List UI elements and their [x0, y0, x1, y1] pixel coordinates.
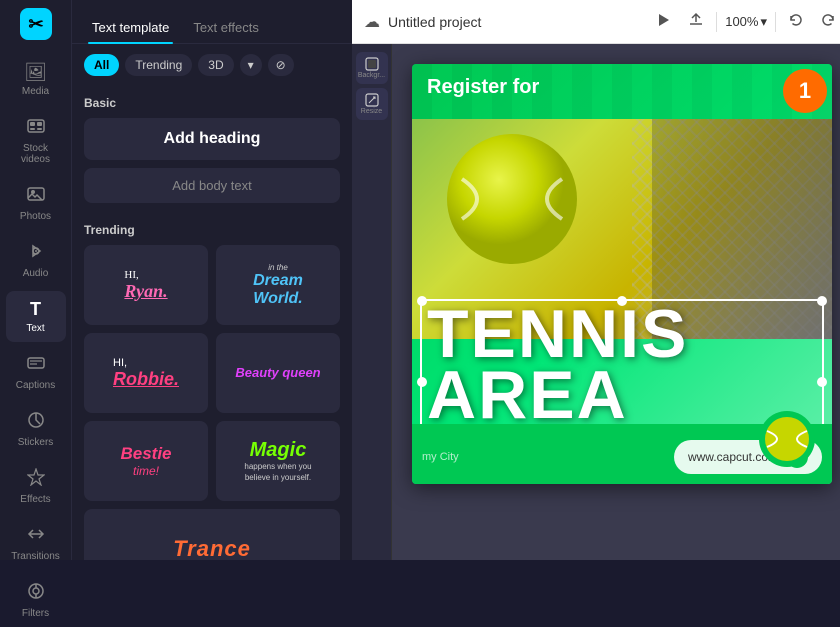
- zoom-select[interactable]: 100% ▾: [725, 14, 767, 30]
- trend-card-magic[interactable]: Magic happens when youbelieve in yoursel…: [216, 421, 340, 501]
- audio-icon: [27, 242, 45, 265]
- sidebar-item-audio[interactable]: Audio: [6, 234, 66, 287]
- add-heading-button[interactable]: Add heading: [84, 118, 340, 160]
- editor-canvas-area: Backgr... Resize Register for 1: [352, 44, 840, 560]
- filters-icon: [27, 582, 45, 605]
- undo-button[interactable]: [784, 8, 808, 36]
- filter-sort-icon: ⊘: [276, 58, 286, 72]
- sidebar-item-photos[interactable]: Photos: [6, 177, 66, 230]
- tab-text-effects[interactable]: Text effects: [189, 12, 263, 43]
- photos-icon: [27, 185, 45, 208]
- register-text: Register for: [427, 76, 539, 99]
- tab-text-template[interactable]: Text template: [88, 12, 173, 43]
- cloud-save-icon: ☁: [364, 12, 380, 32]
- panel-tab-bar: Text template Text effects: [72, 0, 352, 44]
- basic-section-title: Basic: [84, 96, 340, 110]
- stickers-icon: [27, 411, 45, 434]
- trend-card-dream-world[interactable]: in the Dream World.: [216, 245, 340, 325]
- sidebar-item-stock-videos[interactable]: Stock videos: [6, 109, 66, 173]
- canvas-circle-number: 1: [783, 69, 827, 113]
- media-icon: 🖼: [24, 62, 47, 83]
- topbar-divider: [716, 12, 717, 32]
- filter-sort-btn[interactable]: ⊘: [268, 54, 294, 76]
- topbar-actions: 100% ▾: [652, 8, 840, 36]
- app-logo[interactable]: ✂: [16, 8, 56, 40]
- dropdown-chevron-icon: ▾: [248, 58, 254, 72]
- background-tool-label: Backgr...: [358, 72, 385, 79]
- filter-row: All Trending 3D ▾ ⊘: [72, 44, 352, 86]
- trend-card-hi-robbie[interactable]: HI, Robbie.: [84, 333, 208, 413]
- filter-3d-btn[interactable]: 3D: [198, 54, 233, 76]
- redo-button[interactable]: [816, 8, 840, 36]
- editor-area: ☁ Untitled project 100% ▾: [352, 0, 840, 560]
- filter-dropdown-btn[interactable]: ▾: [240, 54, 262, 76]
- side-tools: Backgr... Resize: [352, 44, 392, 560]
- tennis-ball-svg: [442, 129, 582, 269]
- sidebar-item-text[interactable]: T Text: [6, 291, 66, 342]
- add-body-button[interactable]: Add body text: [84, 168, 340, 203]
- topbar-divider-2: [775, 12, 776, 32]
- trend-card-trance[interactable]: Trance: [84, 509, 340, 560]
- trend-card-beauty-queen[interactable]: Beauty queen: [216, 333, 340, 413]
- resize-tool[interactable]: Resize: [356, 88, 388, 120]
- resize-tool-label: Resize: [361, 108, 382, 115]
- canvas-wrapper: Register for 1: [392, 44, 840, 560]
- city-text: my City: [422, 451, 459, 463]
- tennis-ball-small-svg: [757, 409, 817, 469]
- sidebar-item-transitions[interactable]: Transitions: [6, 517, 66, 570]
- captions-icon: [27, 354, 45, 377]
- trend-card-bestie[interactable]: Bestie time!: [84, 421, 208, 501]
- editor-topbar: ☁ Untitled project 100% ▾: [352, 0, 840, 44]
- design-canvas[interactable]: Register for 1: [412, 64, 832, 484]
- stock-videos-icon: [27, 117, 45, 140]
- effects-icon: [27, 468, 45, 491]
- filter-all-btn[interactable]: All: [84, 54, 119, 76]
- svg-text:✂: ✂: [28, 14, 43, 34]
- project-name[interactable]: Untitled project: [388, 14, 644, 30]
- filter-trending-btn[interactable]: Trending: [125, 54, 192, 76]
- text-panel: Text template Text effects All Trending …: [72, 0, 352, 560]
- canvas-bottom-bar: my City www.capcut.com: [422, 440, 822, 474]
- trance-label: Trance: [173, 536, 251, 560]
- play-button[interactable]: [652, 8, 676, 36]
- panel-content: Basic Add heading Add body text Trending…: [72, 86, 352, 560]
- sidebar-item-filters[interactable]: Filters: [6, 574, 66, 627]
- sidebar-item-media[interactable]: 🖼 Media: [6, 54, 66, 105]
- trending-grid: HI, Ryan. in the Dream World. HI, Robbie…: [84, 245, 340, 501]
- transitions-icon: [27, 525, 45, 548]
- background-tool[interactable]: Backgr...: [356, 52, 388, 84]
- sidebar-item-captions[interactable]: Captions: [6, 346, 66, 399]
- sidebar-item-stickers[interactable]: Stickers: [6, 403, 66, 456]
- trend-card-hi-ryan[interactable]: HI, Ryan.: [84, 245, 208, 325]
- text-icon: T: [30, 299, 41, 320]
- sidebar-item-effects[interactable]: Effects: [6, 460, 66, 513]
- trending-section-title: Trending: [84, 223, 340, 237]
- sidebar: ✂ 🖼 Media Stock videos Photos: [0, 0, 72, 560]
- export-button[interactable]: [684, 8, 708, 36]
